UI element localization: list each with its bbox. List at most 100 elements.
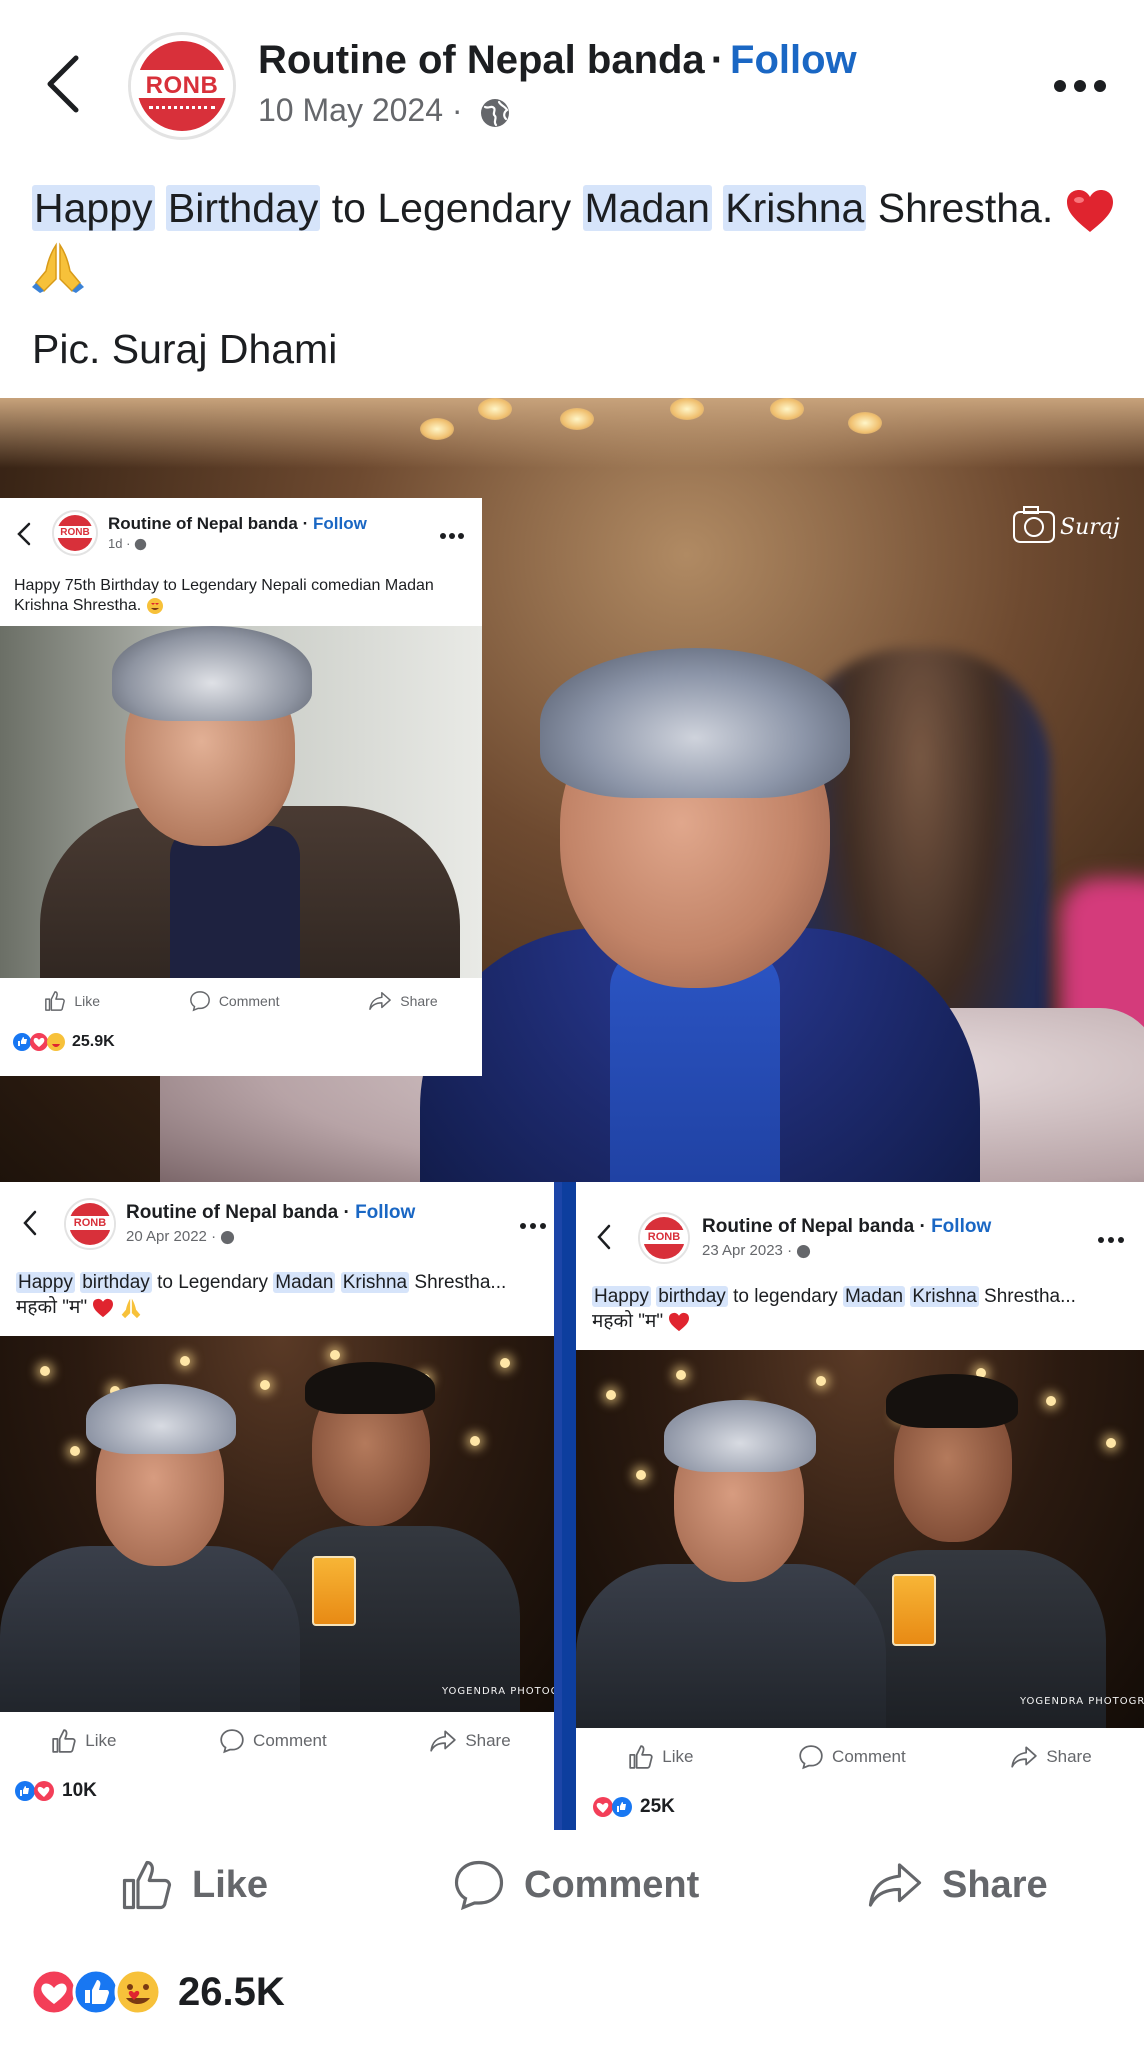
embedded-post-photo[interactable]: YOGENDRA PHOTOGRAPHY <box>576 1350 1144 1728</box>
comment-bubble-icon <box>454 1860 504 1911</box>
share-button[interactable]: Share <box>368 990 438 1012</box>
post-date-line: 20 Apr 2022 · <box>126 1228 235 1245</box>
comment-label: Comment <box>832 1747 906 1766</box>
page-avatar[interactable]: RONB <box>52 510 98 556</box>
follow-button[interactable]: Follow <box>931 1216 991 1237</box>
back-arrow-icon[interactable] <box>20 1208 40 1238</box>
follow-button[interactable]: Follow <box>313 514 367 533</box>
share-arrow-icon <box>868 1863 922 1907</box>
share-label: Share <box>465 1731 511 1750</box>
folded-hands-emoji-icon <box>121 1298 140 1319</box>
caption-word: Birthday <box>165 185 321 231</box>
page-name-line: Routine of Nepal banda · Follow <box>108 514 367 534</box>
share-arrow-icon <box>430 1730 457 1752</box>
reaction-count: 25K <box>640 1796 675 1817</box>
share-label: Share <box>942 1863 1048 1906</box>
reaction-summary[interactable]: 26.5K <box>30 1962 285 2022</box>
reaction-summary[interactable]: 25K <box>592 1796 675 1818</box>
like-button[interactable]: Like <box>51 1728 116 1754</box>
follow-button[interactable]: Follow <box>355 1202 415 1223</box>
share-arrow-icon <box>1011 1746 1038 1768</box>
caption-word: Shrestha. <box>877 185 1054 231</box>
caption-word: birthday <box>80 1272 152 1293</box>
post-date[interactable]: 1d · <box>108 536 130 551</box>
reaction-count: 25.9K <box>72 1033 115 1050</box>
globe-icon <box>134 538 147 551</box>
like-button[interactable]: Like <box>120 1858 268 1912</box>
caption-word: Shrestha... <box>984 1286 1076 1307</box>
more-options-icon[interactable] <box>520 1222 546 1230</box>
page-avatar[interactable]: RONB <box>638 1212 690 1264</box>
caption-word: Happy <box>32 185 155 231</box>
comment-button[interactable]: Comment <box>219 1728 327 1754</box>
page-name-link[interactable]: Routine of Nepal banda <box>126 1202 338 1223</box>
reaction-icons <box>15 1781 54 1801</box>
post-header: RONB Routine of Nepal banda · Follow 10 Ma… <box>0 0 1144 160</box>
reaction-count: 10K <box>62 1780 97 1801</box>
post-action-bar: Like Comment Share <box>0 1840 1144 1930</box>
caption-word: to Legendary <box>157 1272 269 1293</box>
post-date[interactable]: 10 May 2024 · <box>258 92 463 128</box>
follow-button[interactable]: Follow <box>730 38 857 82</box>
red-heart-emoji-icon <box>93 1298 114 1318</box>
page-avatar[interactable]: RONB <box>128 32 236 140</box>
photographer-watermark-logo: Suraj <box>1013 506 1120 543</box>
comment-bubble-icon <box>220 1729 244 1754</box>
like-button[interactable]: Like <box>628 1744 693 1770</box>
reaction-summary[interactable]: 10K <box>14 1780 97 1802</box>
reaction-summary[interactable]: 25.9K <box>12 1032 115 1052</box>
post-caption: Happy Birthday to Legendary Madan Krishn… <box>32 180 1122 294</box>
embedded-post-photo[interactable] <box>0 626 482 978</box>
embedded-action-bar: Like Comment Share <box>576 1742 1144 1772</box>
embedded-post-card-3: RONB Routine of Nepal banda · Follow 23 … <box>576 1182 1144 1830</box>
avatar-logo-text: RONB <box>73 1216 107 1229</box>
like-button[interactable]: Like <box>44 990 100 1012</box>
caption-line-2: महको "म" <box>16 1297 88 1318</box>
embedded-post-photo[interactable]: YOGENDRA PHOTOGRAPHY <box>0 1336 554 1712</box>
thumbs-up-icon <box>52 1729 76 1753</box>
like-label: Like <box>85 1731 117 1750</box>
name-separator: · <box>710 38 725 82</box>
embedded-post-caption: Happy 75th Birthday to Legendary Nepali … <box>14 576 474 616</box>
post-date-line: 23 Apr 2023 · <box>702 1242 811 1259</box>
post-date[interactable]: 23 Apr 2023 · <box>702 1242 792 1259</box>
like-label: Like <box>192 1863 269 1906</box>
name-separator: · <box>919 1216 926 1237</box>
embedded-action-bar: Like Comment Share <box>0 988 482 1014</box>
more-options-icon[interactable] <box>440 532 464 540</box>
page-name-link[interactable]: Routine of Nepal banda <box>702 1216 914 1237</box>
reaction-icons <box>593 1797 632 1817</box>
reaction-icons <box>30 1968 162 2016</box>
share-button[interactable]: Share <box>1010 1744 1092 1770</box>
avatar-logo-text: RONB <box>60 526 90 538</box>
comment-label: Comment <box>253 1731 327 1750</box>
caption-word: to Legendary <box>331 185 572 231</box>
embedded-post-card-1: RONB Routine of Nepal banda · Follow 1d … <box>0 498 482 1076</box>
thumbs-up-icon <box>122 1860 172 1910</box>
photo-watermark: YOGENDRA PHOTOGRAPHY <box>1020 1696 1144 1707</box>
back-arrow-icon[interactable] <box>594 1222 614 1252</box>
page-name-link[interactable]: Routine of Nepal banda <box>258 38 705 82</box>
more-options-icon[interactable] <box>1052 76 1108 96</box>
post-date[interactable]: 20 Apr 2022 · <box>126 1228 216 1245</box>
share-label: Share <box>400 993 438 1009</box>
embedded-post-card-2: RONB Routine of Nepal banda · Follow 20 … <box>0 1182 562 1830</box>
more-options-icon[interactable] <box>1098 1236 1124 1244</box>
page-name-link[interactable]: Routine of Nepal banda <box>108 514 298 533</box>
back-arrow-icon[interactable] <box>40 52 86 116</box>
photo-credit: Pic. Suraj Dhami <box>32 326 338 372</box>
share-button[interactable]: Share <box>429 1728 511 1754</box>
page-name-line: Routine of Nepal banda · Follow <box>702 1216 991 1238</box>
thumbs-up-icon <box>629 1745 653 1769</box>
name-separator: · <box>343 1202 350 1223</box>
reaction-count: 26.5K <box>178 1969 285 2014</box>
share-button[interactable]: Share <box>866 1858 1048 1912</box>
page-name-line: Routine of Nepal banda · Follow <box>126 1202 415 1224</box>
comment-button[interactable]: Comment <box>189 990 280 1012</box>
page-avatar[interactable]: RONB <box>64 1198 116 1250</box>
comment-button[interactable]: Comment <box>798 1744 906 1770</box>
comment-bubble-icon <box>799 1745 823 1770</box>
comment-button[interactable]: Comment <box>452 1858 699 1912</box>
back-arrow-icon[interactable] <box>14 520 34 548</box>
share-label: Share <box>1046 1747 1092 1766</box>
